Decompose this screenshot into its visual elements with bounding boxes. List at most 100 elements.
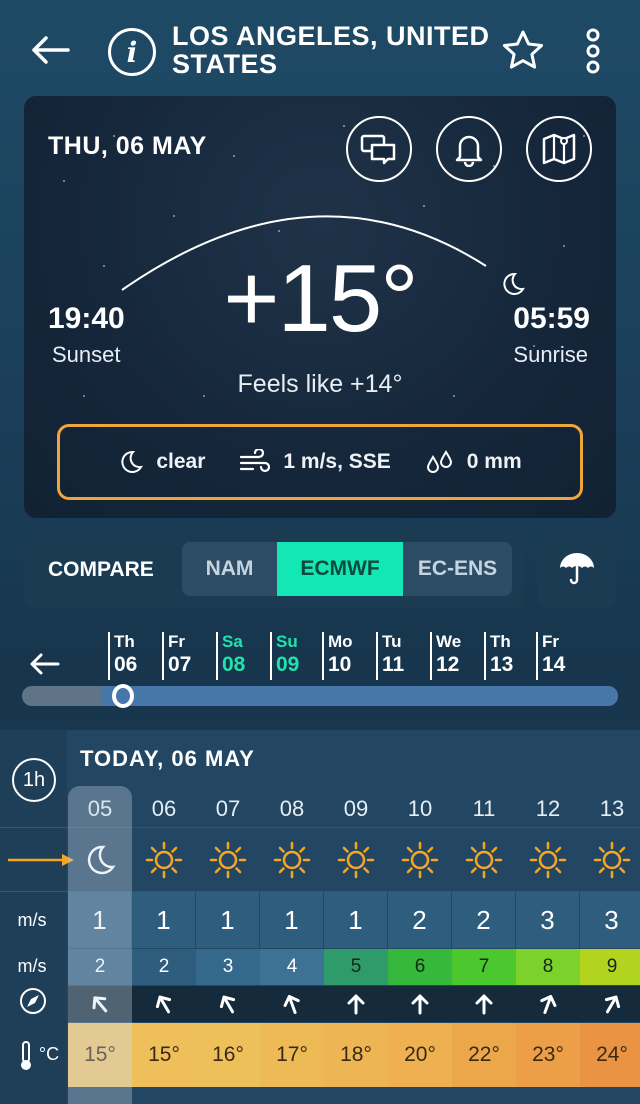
temperature-cell: 16° — [196, 1023, 260, 1087]
hour-label: 10 — [407, 796, 433, 821]
day-item[interactable]: Tu 11 — [376, 632, 404, 680]
wind-direction-arrow — [196, 986, 260, 1022]
wind-text: 1 m/s, SSE — [283, 450, 391, 473]
selected-hour-highlight[interactable] — [68, 786, 132, 1104]
umbrella-icon[interactable] — [537, 530, 616, 608]
day-item[interactable]: Mo 10 — [322, 632, 353, 680]
sun-icon — [132, 830, 196, 890]
temperature-cell: 23° — [516, 1023, 580, 1087]
day-date: 08 — [222, 653, 246, 676]
feels-like: Feels like +14° — [237, 370, 403, 398]
sky-condition: clear — [118, 449, 205, 475]
range-knob[interactable] — [112, 684, 134, 708]
day-item[interactable]: Th 13 — [484, 632, 513, 680]
current-temperature: +15° — [223, 245, 418, 352]
temperature-cell: 24° — [580, 1023, 640, 1087]
hour-label: 12 — [535, 796, 561, 821]
gust-unit-label: m/s — [17, 956, 47, 976]
temperature-cell: 17° — [260, 1023, 324, 1087]
day-date: 07 — [168, 653, 192, 676]
model-ec-ens[interactable]: EC-ENS — [403, 542, 512, 596]
sunset-label: Sunset — [52, 342, 121, 367]
day-item[interactable]: Th 06 — [108, 632, 137, 680]
hour-label: 13 — [599, 796, 625, 821]
wind-speed-cell: 3 — [580, 892, 640, 948]
sun-icon — [260, 830, 324, 890]
sun-icon — [388, 830, 452, 890]
bell-icon[interactable] — [436, 116, 502, 182]
day-date: 13 — [490, 653, 514, 676]
day-item[interactable]: We 12 — [430, 632, 461, 680]
current-weather-card: THU, 06 MAY +15° Feels like +14° 19:40 S… — [24, 96, 616, 518]
back-arrow-icon[interactable] — [28, 28, 72, 72]
temperature-cell: 18° — [324, 1023, 388, 1087]
sun-icon — [196, 830, 260, 890]
star-icon[interactable] — [498, 26, 548, 76]
wind-unit-label: m/s — [17, 910, 47, 930]
wind-speed-cell: 1 — [132, 892, 195, 948]
temperature-cell: 20° — [388, 1023, 452, 1087]
day-item[interactable]: Sa 08 — [216, 632, 245, 680]
back-arrow-icon[interactable] — [24, 644, 64, 684]
hour-label: 06 — [151, 796, 177, 821]
compare-bar: COMPARE NAM ECMWF EC-ENS — [24, 530, 524, 608]
model-ecmwf[interactable]: ECMWF — [277, 542, 403, 596]
day-name: Mo — [328, 632, 353, 651]
day-name: Su — [276, 632, 298, 651]
sun-icon — [580, 830, 640, 890]
precip-condition: 0 mm — [425, 449, 522, 475]
sun-icon — [516, 830, 580, 890]
day-name: Fr — [168, 632, 185, 651]
day-date: 10 — [328, 653, 352, 676]
date-label: THU, 06 MAY — [48, 132, 207, 160]
interval-toggle[interactable]: 1h — [12, 758, 56, 802]
wind-gust-cell: 5 — [324, 949, 388, 985]
day-name: Sa — [222, 632, 243, 651]
wind-speed-cell: 1 — [196, 892, 259, 948]
more-options-icon[interactable] — [578, 26, 608, 76]
wind-gust-cell: 3 — [196, 949, 260, 985]
info-icon[interactable]: i — [108, 28, 156, 76]
sunrise-label: Sunrise — [513, 342, 588, 367]
arrow-pointer-icon — [6, 850, 76, 870]
wind-speed-cell: 2 — [452, 892, 515, 948]
day-name: Fr — [542, 632, 559, 651]
temperature-cell: 22° — [452, 1023, 516, 1087]
moon-icon — [503, 272, 525, 295]
wind-icon — [240, 449, 271, 473]
today-label: TODAY, 06 MAY — [80, 746, 255, 771]
day-item[interactable]: Fr 07 — [162, 632, 191, 680]
wind-direction-arrow — [260, 986, 324, 1022]
wind-direction-arrow — [452, 986, 516, 1022]
day-item[interactable]: Su 09 — [270, 632, 299, 680]
day-selector: Th 06 Fr 07 Sa 08 Su 09 Mo 10 Tu 11 We 12 Th 13 … — [0, 628, 640, 728]
wind-gust-cell: 2 — [132, 949, 196, 985]
model-nam[interactable]: NAM — [182, 542, 277, 596]
temperature-cell: 15° — [132, 1023, 196, 1087]
hour-label: 08 — [279, 796, 305, 821]
day-item[interactable]: Fr 14 — [536, 632, 565, 680]
map-icon[interactable] — [526, 116, 592, 182]
chat-icon[interactable] — [346, 116, 412, 182]
hour-label: 11 — [472, 796, 496, 821]
sunset-time: 19:40 — [48, 302, 125, 335]
sunrise-time: 05:59 — [513, 302, 590, 335]
day-name: Th — [490, 632, 511, 651]
wind-direction-arrow — [132, 986, 196, 1022]
hour-label: 07 — [215, 796, 241, 821]
location-title: LOS ANGELES, UNITED STATES — [172, 21, 490, 79]
wind-direction-arrow — [388, 986, 452, 1022]
wind-condition: 1 m/s, SSE — [239, 449, 391, 475]
precip-text: 0 mm — [466, 450, 522, 473]
range-selected[interactable] — [102, 686, 618, 706]
compass-icon — [18, 986, 48, 1016]
conditions-summary: clear 1 m/s, SSE 0 mm — [57, 424, 583, 500]
compare-label: COMPARE — [48, 558, 154, 581]
day-date: 09 — [276, 653, 300, 676]
day-name: Th — [114, 632, 135, 651]
day-date: 11 — [382, 653, 405, 676]
wind-speed-cell: 3 — [516, 892, 579, 948]
hour-label: 09 — [343, 796, 369, 821]
wind-gust-cell: 8 — [516, 949, 580, 985]
day-date: 06 — [114, 653, 138, 676]
